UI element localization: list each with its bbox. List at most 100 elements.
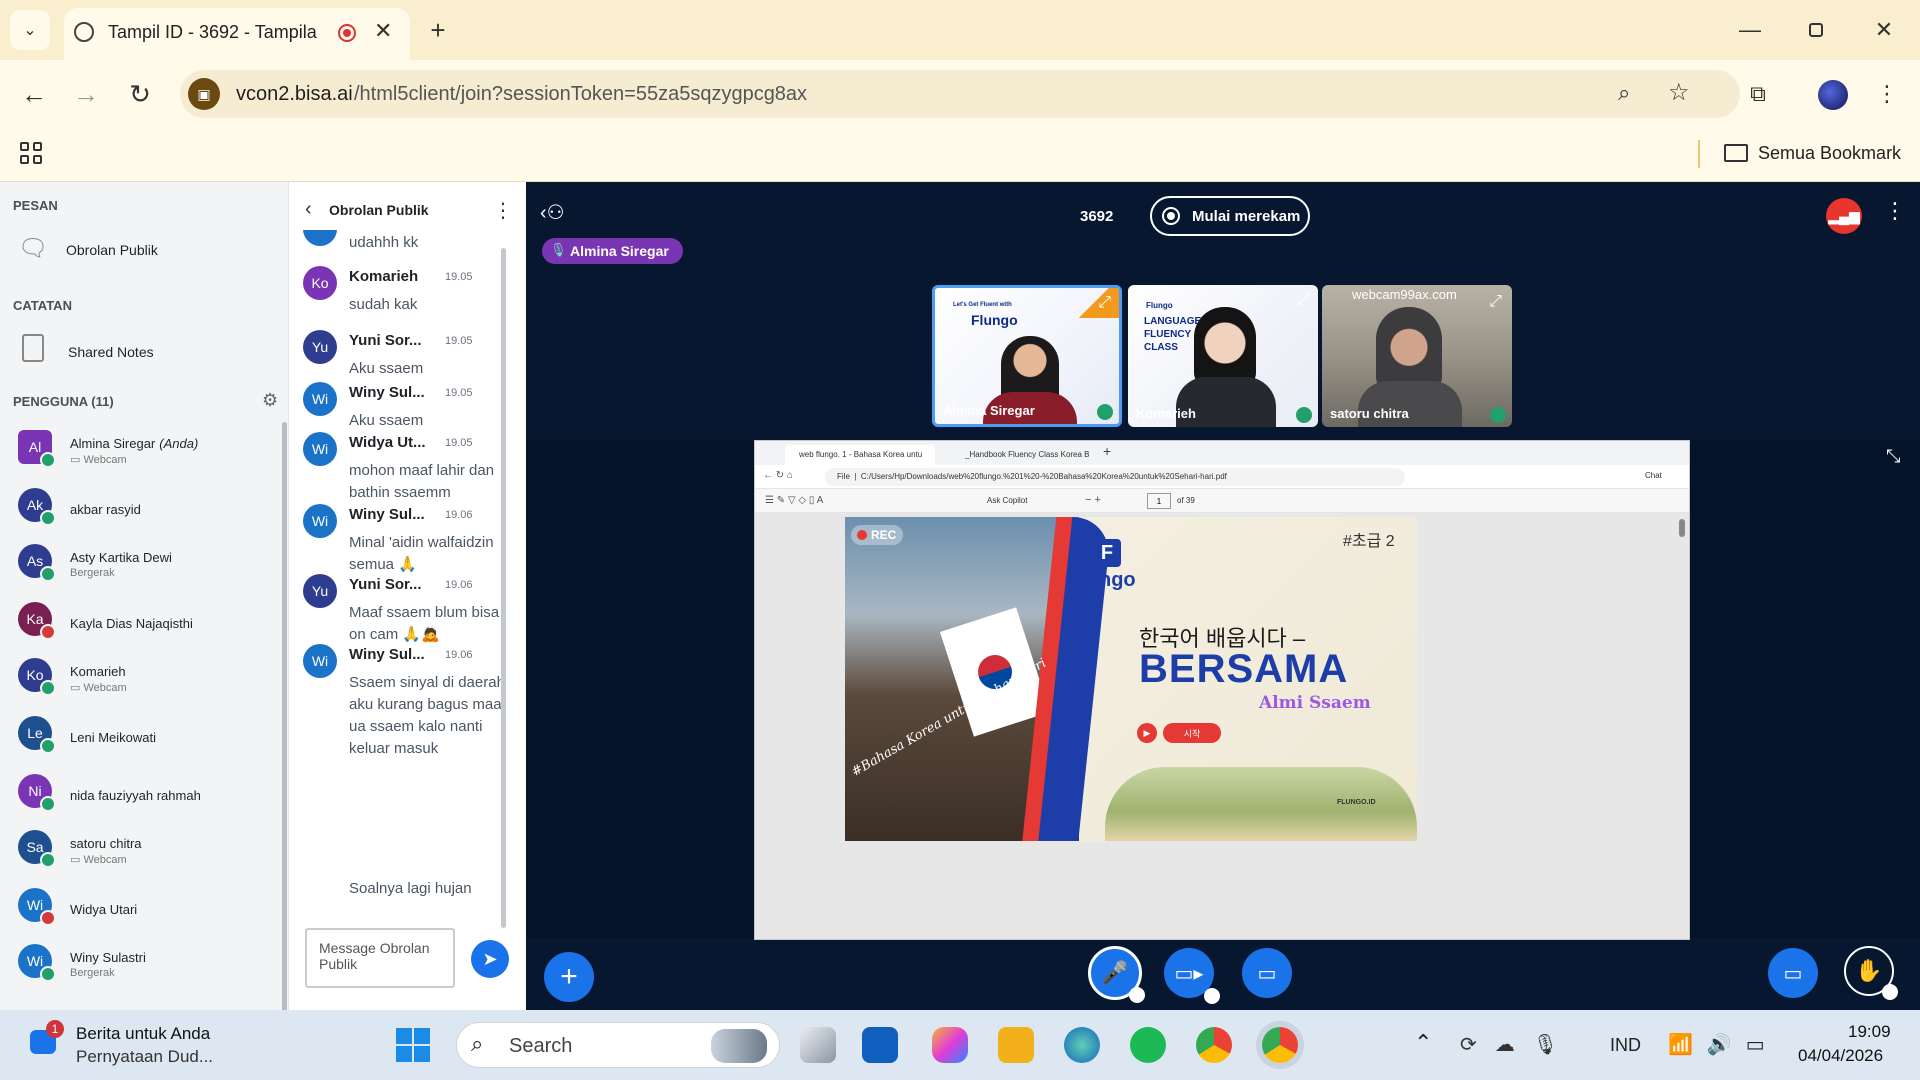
pdf-new-tab-icon[interactable]: + (1103, 443, 1111, 459)
pdf-nav-icons[interactable]: ← ↻ ⌂ (763, 470, 793, 481)
pdf-tools-icons[interactable]: ☰ ✎ ▽ ◇ ▯ A (765, 495, 823, 506)
pdf-chat-button[interactable]: Chat (1645, 471, 1662, 480)
user-list-item[interactable]: Ni nida fauziyyah rahmah (18, 770, 278, 826)
slide-play-button[interactable]: ▶ 시작 (1137, 723, 1221, 743)
user-list-item[interactable]: Al Almina Siregar (Anda) ▭ Webcam (18, 426, 278, 482)
pdf-zoom-controls[interactable]: − + (1085, 494, 1101, 506)
extensions-icon[interactable]: ⧉ (1740, 76, 1776, 112)
toggle-users-icon[interactable]: ‹⚇ (540, 200, 565, 225)
zoom-icon[interactable]: ⌕ (1618, 80, 1630, 106)
minimize-icon[interactable]: — (1730, 12, 1770, 48)
fullscreen-icon[interactable]: ⤢ (1297, 291, 1310, 309)
tab-search-icon[interactable]: ⌄ (10, 10, 50, 50)
new-tab-icon[interactable]: + (422, 14, 454, 46)
chrome-icon[interactable] (1196, 1027, 1232, 1063)
start-button[interactable] (396, 1028, 430, 1062)
muted-mic-icon (40, 910, 56, 926)
task-view-icon[interactable] (800, 1027, 836, 1063)
clock-time[interactable]: 19:09 (1848, 1022, 1891, 1042)
chat-back-chevron-icon[interactable]: ‹ (305, 198, 312, 221)
headset-icon (40, 738, 56, 754)
taskbar-search[interactable]: ⌕ Search (456, 1022, 780, 1068)
user-list-item[interactable]: Wi Winy Sulastri Bergerak (18, 940, 278, 996)
user-list-item[interactable]: Wi Widya Utari (18, 884, 278, 940)
tray-icons[interactable]: ⟳☁🎙 (1460, 1032, 1576, 1057)
screenshare-button[interactable]: ▭ (1242, 948, 1292, 998)
minimize-presentation-icon[interactable]: ⤡ (1886, 446, 1900, 467)
network-volume-battery[interactable]: 📶🔊▭ (1668, 1032, 1779, 1057)
pdf-url: C:/Users/Hp/Downloads/web%20flungo.%201%… (860, 472, 1227, 481)
user-list-item[interactable]: Ko Komarieh ▭ Webcam (18, 654, 278, 710)
chrome-profile-icon[interactable] (1262, 1027, 1298, 1063)
back-icon[interactable]: ← (16, 76, 52, 112)
actions-plus-button[interactable]: + (544, 952, 594, 1002)
ask-copilot-button[interactable]: Ask Copilot (987, 496, 1027, 505)
public-chat-item[interactable]: 🗨 Obrolan Publik (18, 230, 278, 270)
user-list-item[interactable]: Ak akbar rasyid (18, 484, 278, 540)
camera-options-chevron-icon[interactable] (1204, 988, 1220, 1004)
presentation-toggle-button[interactable]: ▭ (1768, 948, 1818, 998)
users-scrollbar[interactable] (282, 422, 287, 1012)
address-bar[interactable]: ▣ vcon2.bisa.ai /html5client/join?sessio… (180, 70, 1740, 118)
user-list-item[interactable]: As Asty Kartika Dewi Bergerak (18, 540, 278, 596)
user-name: Widya Utari (70, 902, 137, 917)
notes-section-title: CATATAN (13, 298, 72, 313)
spotify-icon[interactable] (1130, 1027, 1166, 1063)
user-list-item[interactable]: Ka Kayla Dias Najaqisthi (18, 598, 278, 654)
webcam-tile-komarieh[interactable]: Flungo LANGUAGE FLUENCY CLASS ⤢ Komarieh (1128, 285, 1318, 427)
clock-date[interactable]: 04/04/2026 (1798, 1046, 1883, 1066)
restore-icon[interactable] (1796, 12, 1836, 48)
send-message-button[interactable]: ➤ (471, 940, 509, 978)
message-avatar-initials: Wi (311, 441, 329, 457)
mic-options-chevron-icon[interactable] (1129, 987, 1145, 1003)
play-icon: ▶ (1137, 723, 1157, 743)
pdf-vertical-scrollbar[interactable] (1679, 519, 1685, 537)
chat-message-input[interactable]: Message Obrolan Publik (305, 928, 455, 988)
pdf-address-bar[interactable]: File | C:/Users/Hp/Downloads/web%20flung… (825, 468, 1405, 486)
webcam-tile-satoru[interactable]: webcam99ax.com ⤢ satoru chitra (1322, 285, 1512, 427)
user-settings-gear-icon[interactable]: ⚙ (262, 390, 278, 411)
webcam-tile-almina[interactable]: Let's Get Fluent with Flungo ⤢ Almina Si… (932, 285, 1122, 427)
close-tab-icon[interactable]: ✕ (374, 18, 392, 44)
camera-in-use-icon[interactable]: ▣ (188, 78, 220, 110)
user-list-item[interactable]: Le Leni Meikowati (18, 712, 278, 768)
menu-kebab-icon[interactable]: ⋮ (1872, 76, 1902, 112)
all-bookmarks-button[interactable]: Semua Bookmark (1724, 138, 1901, 168)
reload-icon[interactable]: ↻ (122, 76, 158, 112)
show-hidden-icons[interactable]: ⌃ (1414, 1030, 1432, 1056)
user-avatar: Wi (18, 944, 56, 982)
pdf-tab-2[interactable]: _Handbook Fluency Class Korea Ba (949, 445, 1089, 465)
globe-icon (74, 22, 94, 42)
fullscreen-icon[interactable]: ⤢ (1098, 294, 1111, 312)
shared-notes-label: Shared Notes (68, 344, 154, 360)
fullscreen-icon[interactable]: ⤢ (1489, 293, 1502, 311)
pdf-tab-1[interactable]: web flungo. 1 - Bahasa Korea untu (785, 445, 935, 465)
start-recording-button[interactable]: Mulai merekam (1150, 196, 1310, 236)
chat-scrollbar[interactable] (501, 248, 506, 928)
microphone-button[interactable]: 🎤 (1088, 946, 1145, 1003)
raise-hand-button[interactable]: ✋ (1844, 946, 1898, 1000)
forward-icon[interactable]: → (68, 76, 104, 112)
browser-tab-active[interactable]: Tampil ID - 3692 - Tampilan ✕ (64, 8, 410, 60)
bookmark-star-icon[interactable]: ☆ (1668, 78, 1690, 107)
profile-avatar[interactable] (1818, 80, 1848, 110)
apps-grid-icon[interactable] (20, 142, 42, 164)
copilot-icon[interactable] (932, 1027, 968, 1063)
news-widget[interactable]: 1 Berita untuk Anda Pernyataan Dud... (26, 1020, 246, 1070)
outlook-icon[interactable] (862, 1027, 898, 1063)
close-window-icon[interactable]: ✕ (1864, 12, 1904, 48)
edge-icon[interactable] (1064, 1027, 1100, 1063)
pdf-page-input[interactable]: 1 (1147, 493, 1171, 509)
file-explorer-icon[interactable] (998, 1027, 1034, 1063)
chat-panel-title: Obrolan Publik (329, 202, 429, 218)
camera-button[interactable]: ▭▸ (1164, 948, 1220, 1004)
pdf-address-row: ← ↻ ⌂ File | C:/Users/Hp/Downloads/web%2… (755, 465, 1689, 489)
language-indicator[interactable]: IND (1610, 1035, 1641, 1056)
connection-status-button[interactable]: ▂▄▆ (1826, 198, 1862, 234)
chat-options-icon[interactable]: ⋮ (493, 198, 513, 223)
shared-notes-item[interactable]: Shared Notes (18, 330, 278, 370)
meeting-options-icon[interactable]: ⋮ (1884, 198, 1906, 224)
user-list-item[interactable]: Sa satoru chitra ▭ Webcam (18, 826, 278, 882)
hand-options-chevron-icon[interactable] (1882, 984, 1898, 1000)
headset-icon (40, 510, 56, 526)
